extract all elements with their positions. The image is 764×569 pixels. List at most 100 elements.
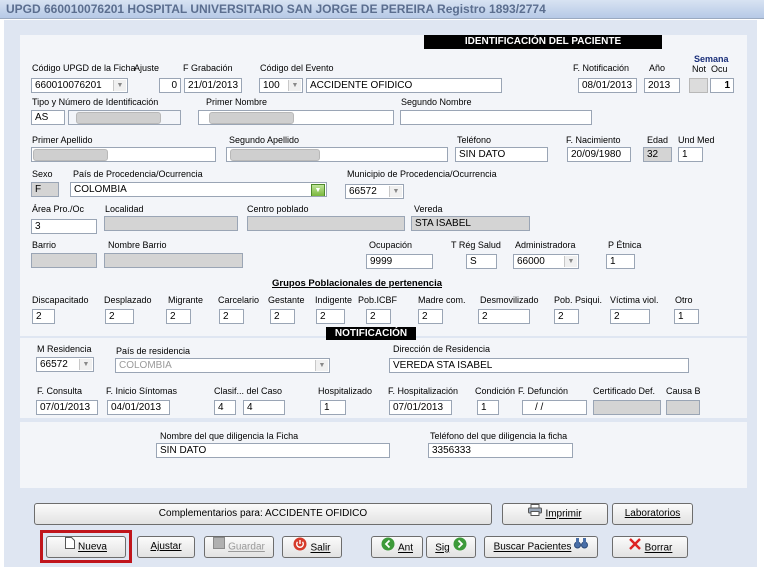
guardar-label: Guardar (228, 541, 265, 553)
segundo-apellido-redacted (230, 149, 320, 161)
primer-apellido-label: Primer Apellido (32, 135, 93, 145)
notificacion-header: NOTIFICACIÓN (326, 327, 416, 340)
imprimir-button[interactable]: Imprimir (502, 503, 608, 525)
ajuste-field[interactable]: 0 (159, 78, 181, 93)
grupo-field[interactable]: 2 (105, 309, 134, 324)
grupo-label: Desmovilizado (480, 295, 539, 305)
codigo-upgd-select[interactable]: 660010076201 ▼ (31, 78, 128, 93)
clasificacion-label: Clasif... del Caso (214, 386, 283, 396)
vereda-field[interactable]: STA ISABEL (411, 216, 530, 231)
f-hospitalizacion-label: F. Hospitalización (388, 386, 459, 396)
administradora-label: Administradora (515, 240, 576, 250)
sexo-field[interactable]: F (31, 182, 59, 197)
ocupacion-field[interactable]: 9999 (366, 254, 433, 269)
grupo-label: Carcelario (218, 295, 260, 305)
area-field[interactable]: 3 (31, 219, 97, 234)
pais-residencia-select[interactable]: COLOMBIA ▼ (115, 358, 330, 373)
chevron-down-icon[interactable]: ▼ (315, 360, 328, 371)
causa-b-label: Causa B (666, 386, 701, 396)
telefono-field[interactable]: SIN DATO (455, 147, 548, 162)
grupo-field[interactable]: 2 (316, 309, 345, 324)
administradora-select[interactable]: 66000 ▼ (513, 254, 579, 269)
segundo-nombre-field[interactable] (400, 110, 592, 125)
laboratorios-button[interactable]: Laboratorios (612, 503, 693, 525)
und-med-field[interactable]: 1 (678, 147, 703, 162)
complementarios-button[interactable]: Complementarios para: ACCIDENTE OFIDICO (34, 503, 492, 525)
grupo-field[interactable]: 2 (418, 309, 443, 324)
administradora-value: 66000 (517, 256, 545, 267)
semana-ocu-label: Ocu (711, 64, 728, 74)
codigo-upgd-value: 660010076201 (35, 80, 102, 91)
grupo-field[interactable]: 2 (166, 309, 191, 324)
anterior-button[interactable]: Ant (371, 536, 423, 558)
grupo-field[interactable]: 2 (610, 309, 650, 324)
grupo-label: Indigente (315, 295, 353, 305)
telefono-diligencia-label: Teléfono del que diligencia la ficha (430, 431, 568, 441)
edad-field: 32 (643, 147, 672, 162)
anio-field[interactable]: 2013 (644, 78, 680, 93)
t-reg-salud-field[interactable]: S (466, 254, 497, 269)
clasificacion-inicial-field[interactable]: 4 (214, 400, 236, 415)
grupo-field[interactable]: 2 (270, 309, 295, 324)
hospitalizado-field[interactable]: 1 (320, 400, 346, 415)
p-etnica-field[interactable]: 1 (606, 254, 635, 269)
evento-nombre-field[interactable]: ACCIDENTE OFIDICO (306, 78, 502, 93)
f-consulta-field[interactable]: 07/01/2013 (36, 400, 98, 415)
grupo-field[interactable]: 2 (219, 309, 244, 324)
borrar-button[interactable]: Borrar (612, 536, 688, 558)
save-icon (213, 537, 226, 557)
f-nacimiento-label: F. Nacimiento (566, 135, 621, 145)
pais-procedencia-select[interactable]: COLOMBIA ▼ (70, 182, 327, 197)
grupo-field[interactable]: 2 (32, 309, 55, 324)
edad-label: Edad (647, 135, 669, 145)
salir-button[interactable]: Salir (282, 536, 342, 558)
f-hospitalizacion-field[interactable]: 07/01/2013 (389, 400, 452, 415)
f-notificacion-field[interactable]: 08/01/2013 (578, 78, 637, 93)
grupo-label: Migrante (168, 295, 204, 305)
nombre-diligencia-field[interactable]: SIN DATO (156, 443, 390, 458)
f-grabacion-label: F Grabación (183, 63, 233, 73)
f-grabacion-field[interactable]: 21/01/2013 (184, 78, 242, 93)
f-defuncion-field[interactable]: / / (522, 400, 587, 415)
tipo-identificacion-field[interactable]: AS (31, 110, 65, 125)
ajustar-label: Ajustar (150, 541, 182, 552)
municipio-procedencia-select[interactable]: 66572 ▼ (345, 184, 404, 199)
codigo-evento-select[interactable]: 100 ▼ (259, 78, 303, 93)
guardar-button[interactable]: Guardar (204, 536, 274, 558)
f-consulta-label: F. Consulta (37, 386, 83, 396)
telefono-diligencia-field[interactable]: 3356333 (428, 443, 573, 458)
buscar-pacientes-label: Buscar Pacientes (493, 541, 572, 553)
borrar-label: Borrar (644, 542, 673, 554)
siguiente-button[interactable]: Sig (426, 536, 476, 558)
chevron-down-icon[interactable]: ▼ (288, 80, 301, 91)
chevron-down-icon[interactable]: ▼ (311, 184, 325, 196)
grupo-label: Desplazado (104, 295, 152, 305)
m-residencia-select[interactable]: 66572 ▼ (36, 357, 94, 372)
semana-ocu-field[interactable]: 1 (710, 78, 734, 93)
localidad-label: Localidad (105, 204, 144, 214)
condicion-field[interactable]: 1 (477, 400, 499, 415)
numero-identificacion-field[interactable] (68, 110, 181, 125)
grupo-field[interactable]: 1 (674, 309, 699, 324)
grupo-field[interactable]: 2 (554, 309, 579, 324)
nueva-highlight-box (40, 530, 132, 563)
buscar-pacientes-button[interactable]: Buscar Pacientes (484, 536, 598, 558)
grupo-field[interactable]: 2 (366, 309, 391, 324)
semana-not-field[interactable] (689, 78, 708, 93)
pais-residencia-label: País de residencia (116, 346, 191, 356)
direccion-field[interactable]: VEREDA STA ISABEL (389, 358, 689, 373)
causa-b-field (666, 400, 700, 415)
chevron-down-icon[interactable]: ▼ (79, 359, 92, 370)
t-reg-salud-label: T Rég Salud (451, 240, 501, 250)
chevron-down-icon[interactable]: ▼ (113, 80, 126, 91)
sexo-label: Sexo (32, 169, 53, 179)
anterior-label: Ant (397, 542, 413, 554)
ajustar-button[interactable]: Ajustar (137, 536, 195, 558)
chevron-down-icon[interactable]: ▼ (389, 186, 402, 197)
grupo-field[interactable]: 2 (478, 309, 530, 324)
chevron-down-icon[interactable]: ▼ (564, 256, 577, 267)
clasificacion-final-field[interactable]: 4 (243, 400, 285, 415)
title-bar: UPGD 660010076201 HOSPITAL UNIVERSITARIO… (0, 0, 764, 19)
f-inicio-sintomas-field[interactable]: 04/01/2013 (107, 400, 170, 415)
f-nacimiento-field[interactable]: 20/09/1980 (567, 147, 631, 162)
